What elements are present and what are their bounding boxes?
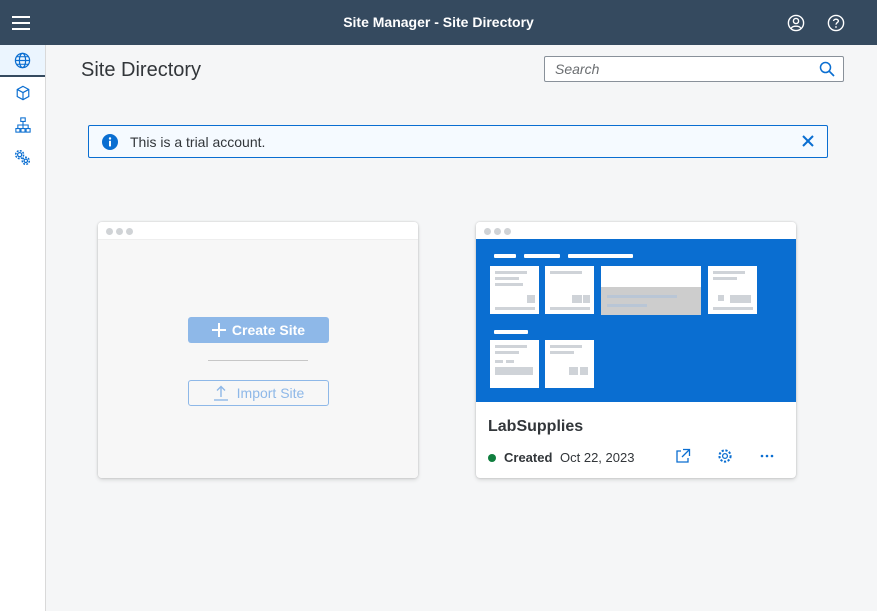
close-icon[interactable]: [801, 134, 817, 150]
hamburger-icon[interactable]: [8, 10, 34, 36]
search-field[interactable]: [544, 56, 844, 82]
settings-icon[interactable]: [716, 447, 734, 465]
search-input[interactable]: [545, 57, 811, 81]
globe-icon: [14, 52, 31, 68]
side-navigation: [0, 45, 46, 611]
nav-item-settings[interactable]: [0, 141, 45, 173]
nav-item-content[interactable]: [0, 77, 45, 109]
window-chrome: [98, 222, 418, 240]
info-icon: [102, 134, 118, 150]
import-site-button[interactable]: Import Site: [188, 380, 329, 406]
gears-icon: [14, 149, 31, 165]
message-strip: This is a trial account.: [88, 125, 828, 158]
site-name[interactable]: LabSupplies: [488, 418, 583, 436]
nav-item-hierarchy[interactable]: [0, 109, 45, 141]
app-title: Site Manager - Site Directory: [343, 14, 534, 30]
create-site-label: Create Site: [231, 322, 306, 338]
site-status: Created: [504, 450, 553, 465]
window-chrome: [476, 222, 796, 239]
site-preview-thumbnail: [476, 239, 796, 402]
add-icon: [211, 323, 226, 337]
divider: [208, 360, 308, 361]
create-site-button[interactable]: Create Site: [188, 317, 329, 343]
launch-icon[interactable]: [674, 447, 692, 465]
overflow-icon[interactable]: [758, 447, 776, 465]
help-icon[interactable]: [824, 11, 848, 35]
page-title: Site Directory: [81, 59, 202, 81]
new-site-card: Create Site Import Site: [98, 222, 418, 478]
import-site-label: Import Site: [236, 385, 305, 401]
cube-icon: [16, 85, 29, 101]
status-indicator: [488, 454, 496, 462]
site-date: Oct 22, 2023: [560, 450, 635, 465]
site-card[interactable]: LabSupplies Created Oct 22, 2023: [476, 222, 796, 478]
shell-bar: Site Manager - Site Directory: [0, 0, 877, 45]
search-icon[interactable]: [819, 61, 837, 79]
user-icon[interactable]: [784, 11, 808, 35]
hierarchy-icon: [14, 117, 31, 133]
nav-item-sites[interactable]: [0, 45, 45, 77]
message-text: This is a trial account.: [130, 134, 266, 150]
upload-icon: [213, 385, 228, 401]
